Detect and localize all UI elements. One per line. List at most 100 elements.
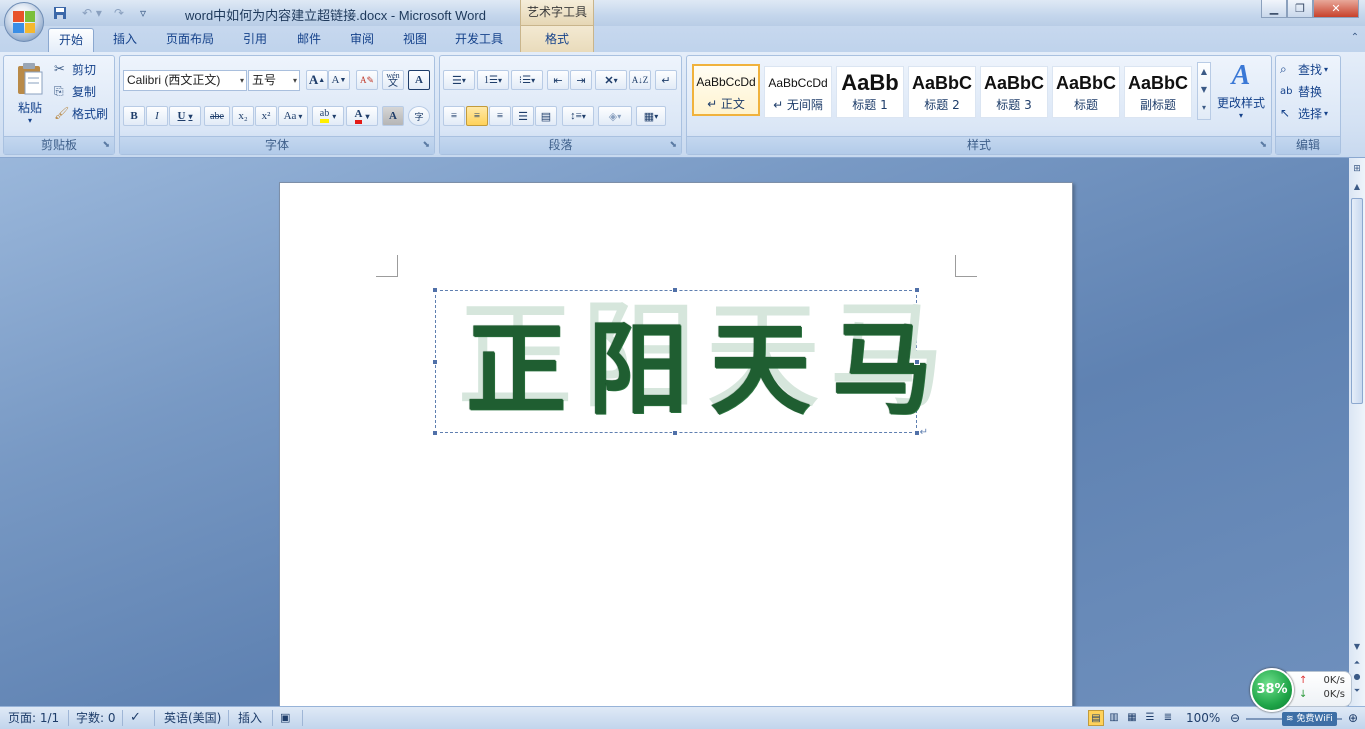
- select-button[interactable]: ↖ 选择 ▾: [1280, 103, 1328, 123]
- full-screen-reading-icon[interactable]: ▥: [1106, 710, 1122, 726]
- change-styles-button[interactable]: A 更改样式 ▾: [1213, 58, 1269, 130]
- styles-launcher-icon[interactable]: ⬊: [1259, 140, 1267, 150]
- tab-home[interactable]: 开始: [48, 28, 94, 52]
- page-count[interactable]: 页面: 1/1: [8, 710, 59, 726]
- save-icon[interactable]: [52, 5, 68, 21]
- scrollbar-thumb[interactable]: [1351, 198, 1363, 404]
- tab-developer[interactable]: 开发工具: [446, 28, 512, 52]
- increase-indent-button[interactable]: ⇥: [570, 70, 592, 90]
- office-button[interactable]: [4, 2, 44, 42]
- ruler-toggle-icon[interactable]: ⊞: [1351, 164, 1363, 178]
- grow-font-button[interactable]: A ▲: [306, 70, 328, 90]
- tab-insert[interactable]: 插入: [102, 28, 148, 52]
- customize-qat-icon[interactable]: ▿: [136, 5, 150, 21]
- char-border-button[interactable]: A: [408, 70, 430, 90]
- tab-mailings[interactable]: 邮件: [286, 28, 332, 52]
- paragraph-launcher-icon[interactable]: ⬊: [669, 140, 677, 150]
- style-heading-3[interactable]: AaBbC 标题 3: [980, 66, 1048, 118]
- paste-dropdown-icon[interactable]: ▾: [10, 116, 50, 125]
- align-left-button[interactable]: ≡: [443, 106, 465, 126]
- font-size-combo[interactable]: 五号 ▾: [248, 70, 300, 91]
- zoom-out-icon[interactable]: ⊖: [1228, 710, 1242, 726]
- restore-button[interactable]: ❐: [1287, 0, 1313, 18]
- shading-button[interactable]: ◈ ▾: [598, 106, 632, 126]
- scroll-down-icon[interactable]: ▼: [1351, 642, 1363, 654]
- numbering-button[interactable]: 1☰ ▾: [477, 70, 509, 90]
- align-right-button[interactable]: ≡: [489, 106, 511, 126]
- tab-page-layout[interactable]: 页面布局: [156, 28, 224, 52]
- network-speed-widget[interactable]: ↑ 0K/s ↓ 0K/s 38%: [1250, 668, 1354, 712]
- cut-button[interactable]: ✂ 剪切: [54, 59, 96, 79]
- subscript-button[interactable]: x₂: [232, 106, 254, 126]
- underline-button[interactable]: U ▾: [169, 106, 201, 126]
- replace-button[interactable]: ab 替换: [1280, 81, 1322, 101]
- style-title[interactable]: AaBbC 标题: [1052, 66, 1120, 118]
- distributed-button[interactable]: ▤: [535, 106, 557, 126]
- tab-references[interactable]: 引用: [232, 28, 278, 52]
- style-heading-2[interactable]: AaBbC 标题 2: [908, 66, 976, 118]
- justify-button[interactable]: ☰: [512, 106, 534, 126]
- resize-handle-s[interactable]: [672, 430, 678, 436]
- proofing-icon[interactable]: ✓: [130, 710, 141, 726]
- web-layout-icon[interactable]: ▦: [1124, 710, 1140, 726]
- wordart-object[interactable]: 正阳天马 正阳天马 ↵: [432, 287, 946, 438]
- enclose-chars-button[interactable]: 字: [408, 106, 430, 126]
- print-layout-view-icon[interactable]: ▤: [1088, 710, 1104, 726]
- char-shading-button[interactable]: A: [382, 106, 404, 126]
- redo-icon[interactable]: ↷: [110, 5, 128, 21]
- resize-handle-e[interactable]: [914, 359, 920, 365]
- superscript-button[interactable]: x²: [255, 106, 277, 126]
- find-button[interactable]: ⌕ 查找 ▾: [1280, 59, 1328, 79]
- clear-format-button[interactable]: A✎: [356, 70, 378, 90]
- highlight-button[interactable]: ab ▾: [312, 106, 344, 126]
- tab-view[interactable]: 视图: [392, 28, 438, 52]
- word-count[interactable]: 字数: 0: [76, 710, 116, 726]
- clipboard-launcher-icon[interactable]: ⬊: [102, 140, 110, 150]
- phonetic-guide-button[interactable]: wén 文: [382, 70, 404, 90]
- borders-button[interactable]: ▦ ▾: [636, 106, 666, 126]
- change-case-button[interactable]: Aa ▾: [278, 106, 308, 126]
- resize-handle-ne[interactable]: [914, 287, 920, 293]
- align-center-button[interactable]: ≡: [466, 106, 488, 126]
- free-wifi-badge[interactable]: ≋ 免费WiFi: [1282, 712, 1337, 726]
- minimize-button[interactable]: ▁: [1261, 0, 1287, 18]
- scroll-up-icon[interactable]: ▲: [1351, 182, 1363, 194]
- format-painter-button[interactable]: 🖌 格式刷: [54, 103, 108, 123]
- insert-mode[interactable]: 插入: [238, 710, 262, 726]
- resize-handle-n[interactable]: [672, 287, 678, 293]
- sort-button[interactable]: A↓Z: [629, 70, 651, 90]
- zoom-level[interactable]: 100%: [1186, 710, 1220, 726]
- font-launcher-icon[interactable]: ⬊: [422, 140, 430, 150]
- style-normal[interactable]: AaBbCcDd ↵ 正文: [692, 64, 760, 116]
- draft-view-icon[interactable]: ≣: [1160, 710, 1176, 726]
- document-page[interactable]: [279, 182, 1073, 712]
- tab-format[interactable]: 格式: [520, 26, 594, 52]
- close-button[interactable]: ✕: [1313, 0, 1359, 18]
- font-color-button[interactable]: A ▾: [346, 106, 378, 126]
- chinese-layout-button[interactable]: ✕ ▾: [595, 70, 627, 90]
- multilevel-list-button[interactable]: ⁝☰ ▾: [511, 70, 543, 90]
- styles-scroll[interactable]: ▲ ▼ ▾: [1197, 62, 1211, 120]
- undo-icon[interactable]: ↶ ▾: [74, 5, 110, 21]
- font-name-combo[interactable]: Calibri (西文正文) ▾: [123, 70, 247, 91]
- bold-button[interactable]: B: [123, 106, 145, 126]
- line-spacing-button[interactable]: ↕≡ ▾: [562, 106, 594, 126]
- style-subtitle[interactable]: AaBbC 副标题: [1124, 66, 1192, 118]
- copy-button[interactable]: ⎘ 复制: [54, 81, 96, 101]
- strikethrough-button[interactable]: abe: [204, 106, 230, 126]
- ribbon-minimize-icon[interactable]: ⌃: [1348, 32, 1362, 46]
- language-indicator[interactable]: 英语(美国): [164, 710, 221, 726]
- style-no-spacing[interactable]: AaBbCcDd ↵ 无间隔: [764, 66, 832, 118]
- outline-view-icon[interactable]: ☰: [1142, 710, 1158, 726]
- show-marks-button[interactable]: ↵: [655, 70, 677, 90]
- decrease-indent-button[interactable]: ⇤: [547, 70, 569, 90]
- style-heading-1[interactable]: AaBb 标题 1: [836, 66, 904, 118]
- italic-button[interactable]: I: [146, 106, 168, 126]
- paste-button[interactable]: 粘贴 ▾: [10, 60, 50, 132]
- macro-record-icon[interactable]: ▣: [280, 710, 290, 726]
- resize-handle-sw[interactable]: [432, 430, 438, 436]
- tab-review[interactable]: 审阅: [339, 28, 385, 52]
- zoom-in-icon[interactable]: ⊕: [1346, 710, 1360, 726]
- bullets-button[interactable]: ☰ ▾: [443, 70, 475, 90]
- shrink-font-button[interactable]: A ▼: [328, 70, 350, 90]
